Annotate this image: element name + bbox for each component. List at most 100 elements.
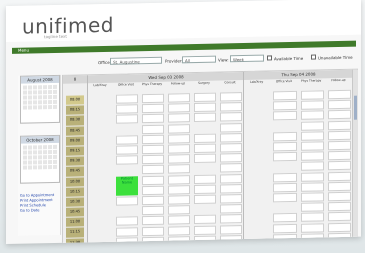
time-cell[interactable] (220, 102, 242, 112)
time-cell[interactable] (300, 100, 324, 111)
time-slot-label[interactable]: 08:15 (66, 105, 84, 116)
time-cell[interactable] (300, 212, 324, 223)
available-checkbox[interactable] (267, 55, 272, 61)
calendar-day[interactable] (53, 144, 57, 150)
calendar-day[interactable] (53, 84, 57, 90)
time-cell[interactable] (194, 184, 216, 194)
calendar-day[interactable] (28, 155, 32, 160)
calendar-day[interactable] (23, 150, 27, 155)
calendar-day[interactable] (48, 100, 52, 105)
calendar-day[interactable] (23, 105, 27, 110)
time-cell[interactable] (142, 103, 164, 114)
calendar-grid[interactable] (21, 83, 59, 112)
time-cell[interactable] (116, 226, 138, 237)
calendar-day[interactable] (23, 155, 27, 160)
time-cell[interactable] (273, 90, 297, 101)
calendar-day[interactable] (33, 90, 37, 95)
time-cell[interactable] (273, 172, 297, 182)
calendar-day[interactable] (23, 95, 27, 100)
time-cell[interactable] (273, 223, 297, 233)
calendar-day[interactable] (33, 95, 37, 100)
time-cell[interactable] (168, 164, 190, 174)
calendar-day[interactable] (23, 165, 27, 170)
calendar-day[interactable] (43, 105, 47, 110)
calendar-day[interactable] (33, 150, 37, 155)
time-slot-label[interactable]: 08:30 (66, 115, 84, 126)
calendar-day[interactable] (23, 100, 27, 105)
calendar-day[interactable] (28, 105, 32, 110)
time-slot-label[interactable]: 11:00 (66, 217, 84, 228)
unavailable-checkbox[interactable] (311, 54, 316, 60)
calendar-day[interactable] (48, 105, 52, 110)
time-slot-label[interactable]: 09:00 (66, 136, 84, 146)
time-cell[interactable] (142, 205, 164, 216)
time-cell[interactable] (220, 194, 242, 204)
time-cell[interactable] (273, 101, 297, 111)
time-cell[interactable] (220, 132, 242, 143)
calendar-day[interactable] (48, 160, 52, 165)
time-cell[interactable] (194, 153, 216, 164)
time-cell[interactable] (168, 215, 190, 225)
calendar-day[interactable] (53, 159, 57, 165)
time-cell[interactable] (327, 171, 351, 181)
calendar-day[interactable] (28, 150, 32, 155)
time-cell[interactable] (327, 222, 351, 232)
time-cell[interactable] (142, 185, 164, 195)
calendar-day[interactable] (33, 145, 37, 150)
time-cell[interactable] (168, 195, 190, 205)
calendar-day[interactable] (28, 100, 32, 105)
time-cell[interactable] (168, 123, 190, 134)
calendar-day[interactable] (23, 85, 27, 90)
time-cell[interactable] (142, 195, 164, 206)
sidebar-link[interactable]: Go to Date (20, 208, 58, 214)
time-cell[interactable] (142, 144, 164, 155)
time-cell[interactable] (142, 124, 164, 134)
time-cell[interactable] (327, 130, 351, 141)
calendar-day[interactable] (33, 155, 37, 160)
time-cell[interactable] (327, 120, 351, 130)
menu-bar[interactable]: Menu (12, 40, 356, 54)
calendar-day[interactable] (33, 165, 37, 170)
calendar-day[interactable] (38, 150, 42, 155)
time-cell[interactable] (300, 202, 324, 213)
time-cell[interactable] (194, 133, 216, 143)
calendar-day[interactable] (38, 90, 42, 95)
time-slot-label[interactable]: 08:45 (66, 125, 84, 136)
time-cell[interactable] (220, 173, 242, 184)
time-cell[interactable] (142, 134, 164, 144)
calendar-day[interactable] (28, 95, 32, 100)
calendar-day[interactable] (53, 164, 57, 170)
time-cell[interactable] (327, 150, 351, 161)
time-cell[interactable] (194, 92, 216, 103)
time-cell[interactable] (327, 110, 351, 120)
calendar-day[interactable] (33, 85, 37, 90)
time-slot-label[interactable]: 08:00 (66, 95, 84, 105)
calendar-day[interactable] (28, 90, 32, 95)
calendar-day[interactable] (48, 90, 52, 95)
time-cell[interactable] (168, 205, 190, 215)
time-cell[interactable] (194, 174, 216, 184)
time-cell[interactable] (327, 99, 351, 110)
time-cell[interactable] (300, 192, 324, 202)
calendar-day[interactable] (38, 155, 42, 160)
time-cell[interactable] (327, 89, 351, 100)
time-cell[interactable] (116, 114, 138, 125)
time-slot-label[interactable]: 10:15 (66, 187, 84, 197)
time-cell[interactable] (168, 144, 190, 154)
time-cell[interactable] (300, 141, 324, 151)
time-cell[interactable] (273, 141, 297, 152)
calendar-day[interactable] (48, 145, 52, 150)
time-cell[interactable] (142, 154, 164, 165)
time-cell[interactable] (300, 131, 324, 141)
calendar-day[interactable] (43, 85, 47, 90)
time-cell[interactable] (273, 213, 297, 223)
time-cell[interactable] (327, 191, 351, 202)
time-cell[interactable] (220, 224, 242, 235)
calendar-day[interactable] (43, 165, 47, 170)
calendar-day[interactable] (53, 94, 57, 100)
calendar-day[interactable] (23, 145, 27, 150)
calendar-day[interactable] (38, 160, 42, 165)
calendar-day[interactable] (48, 155, 52, 160)
time-cell[interactable] (168, 93, 190, 103)
time-cell[interactable] (220, 183, 242, 194)
